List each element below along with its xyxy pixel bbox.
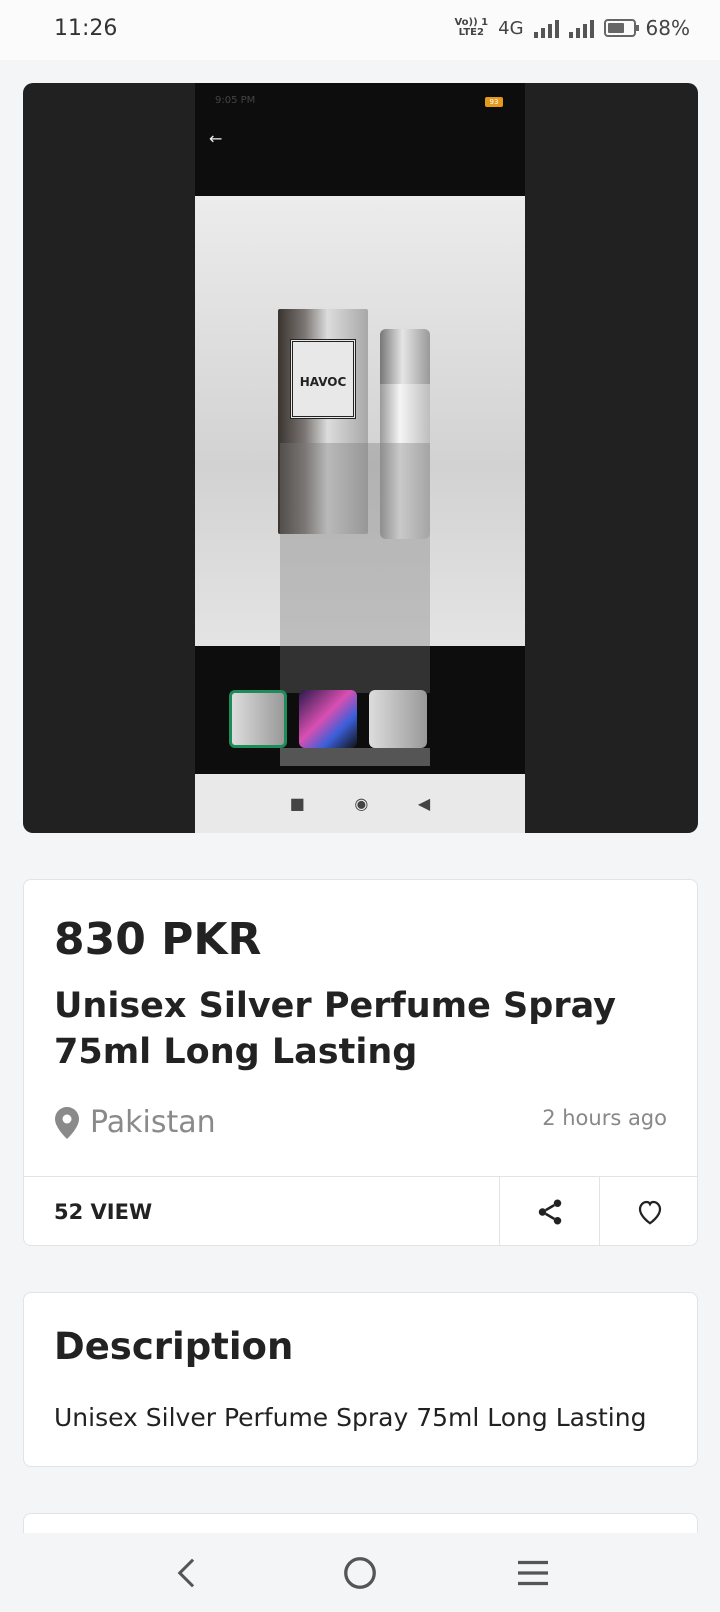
home-icon: [344, 1556, 376, 1589]
image-gallery[interactable]: 9:05 PM 93 ← HAVOC ■ ◉ ◀: [23, 83, 698, 833]
posted-time: 2 hours ago: [542, 1106, 667, 1130]
battery-icon: [603, 19, 639, 37]
overlay-preview: [280, 443, 430, 693]
location: Pakistan: [54, 1105, 216, 1140]
perfume-bottle-cap: [380, 329, 430, 384]
embedded-status-time: 9:05 PM: [215, 95, 256, 106]
thumbnail-2[interactable]: [299, 690, 357, 748]
signal-icon: [533, 18, 559, 38]
thumbnail-3[interactable]: [369, 690, 427, 748]
heart-icon: [638, 1200, 661, 1225]
embedded-battery: 93: [485, 97, 503, 107]
embedded-back-arrow-icon: ←: [209, 129, 223, 148]
embedded-back-icon: ◀: [417, 794, 431, 813]
product-screenshot: 9:05 PM 93 ← HAVOC ■ ◉ ◀: [195, 83, 525, 833]
nav-home-button[interactable]: [330, 1548, 390, 1598]
embedded-system-nav: ■ ◉ ◀: [195, 774, 525, 833]
battery-percent: 68%: [645, 16, 690, 40]
share-button[interactable]: [499, 1177, 599, 1245]
embedded-nav-bar: [280, 748, 430, 766]
price: 830 PKR: [54, 914, 262, 965]
listing-info-card: 830 PKR Unisex Silver Perfume Spray 75ml…: [23, 879, 698, 1246]
nav-menu-button[interactable]: [503, 1548, 563, 1598]
stats-row: 52 VIEW: [24, 1176, 697, 1245]
status-icons: Vo)) 1 LTE2 4G 68%: [454, 16, 690, 40]
thumbnail-1[interactable]: [229, 690, 287, 748]
perfume-box-label: HAVOC: [290, 339, 356, 419]
volte-icon: Vo)) 1 LTE2: [454, 17, 489, 38]
description-text: Unisex Silver Perfume Spray 75ml Long La…: [54, 1403, 647, 1432]
system-nav-bar: [0, 1533, 720, 1612]
embedded-square-icon: ■: [289, 794, 305, 813]
nav-back-button[interactable]: [157, 1548, 217, 1598]
share-icon: [538, 1199, 561, 1225]
menu-icon: [518, 1560, 549, 1585]
back-icon: [177, 1558, 194, 1587]
listing-title: Unisex Silver Perfume Spray 75ml Long La…: [54, 986, 616, 1072]
battery-fill: [607, 23, 624, 33]
status-time: 11:26: [54, 16, 118, 41]
network-type: 4G: [498, 17, 524, 39]
description-heading: Description: [54, 1325, 294, 1368]
thumbnail-strip: [229, 690, 427, 748]
view-count: 52 VIEW: [54, 1200, 153, 1224]
description-card: Description Unisex Silver Perfume Spray …: [23, 1292, 698, 1467]
favorite-button[interactable]: [599, 1177, 697, 1245]
signal-icon-2: [568, 18, 594, 38]
embedded-home-icon: ◉: [354, 794, 369, 813]
location-pin-icon: [55, 1106, 79, 1139]
location-label: Pakistan: [90, 1105, 216, 1140]
status-bar: 11:26 Vo)) 1 LTE2 4G 68%: [0, 0, 720, 60]
